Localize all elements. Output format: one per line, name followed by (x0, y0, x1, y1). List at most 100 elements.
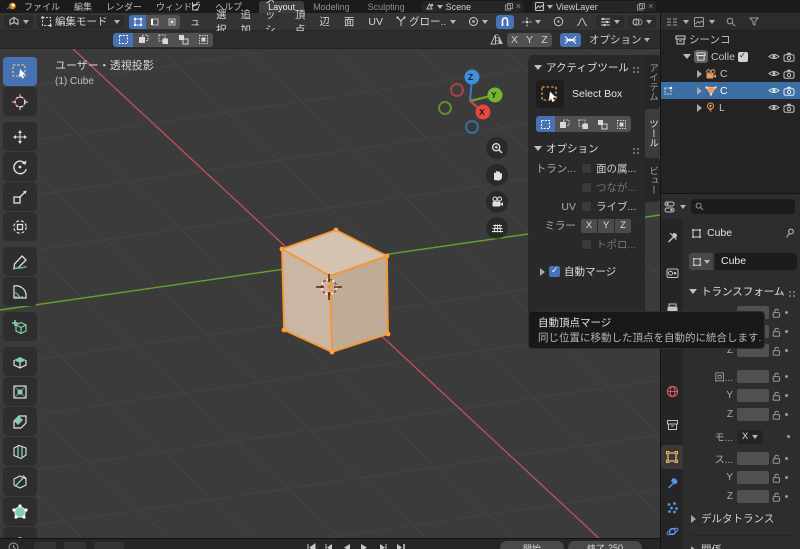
camera-restrict-icon[interactable] (783, 103, 795, 113)
close-icon[interactable]: × (648, 2, 653, 11)
relations-panel-header[interactable]: 関係 (691, 535, 795, 549)
tab-modifier-properties[interactable] (664, 475, 680, 491)
collection-checkbox[interactable] (737, 50, 748, 62)
animate-dot[interactable] (785, 394, 788, 397)
panel-grip[interactable] (633, 66, 635, 69)
menu-file[interactable]: ファイル (17, 0, 67, 13)
rotation-mode-dropdown[interactable]: X (737, 429, 764, 444)
chevron-right-icon[interactable] (540, 267, 545, 276)
tab-item[interactable]: アイテム (645, 55, 660, 109)
tab-object-properties[interactable] (661, 445, 683, 469)
view-layer-selector[interactable]: ViewLayer × (531, 1, 657, 12)
tab-scene-properties[interactable] (664, 417, 680, 433)
previous-keyframe-button[interactable] (324, 543, 334, 549)
transform-orientation-dropdown[interactable]: グロー... (392, 15, 460, 29)
filter-icon[interactable] (749, 17, 759, 26)
lock-icon[interactable] (772, 346, 781, 356)
properties-search-field[interactable] (691, 199, 795, 214)
live-unwrap-checkbox[interactable] (581, 201, 592, 212)
next-keyframe-button[interactable] (378, 543, 388, 549)
disclosure-open-icon[interactable] (683, 54, 691, 59)
animate-dot[interactable] (785, 349, 788, 352)
animate-dot[interactable] (785, 495, 788, 498)
value-slider[interactable] (737, 452, 769, 465)
panel-grip[interactable] (789, 290, 791, 293)
object-id-dropdown[interactable] (689, 253, 713, 270)
transform-panel-header[interactable]: トランスフォーム (683, 279, 800, 302)
tool-inset-faces[interactable] (3, 377, 37, 406)
animate-dot[interactable] (785, 476, 788, 479)
properties-editor-dropdown[interactable] (664, 201, 678, 213)
tab-particles-properties[interactable] (664, 499, 680, 515)
zoom-view-button[interactable] (486, 137, 508, 159)
select-mode-intersect[interactable] (193, 32, 213, 47)
collection-row[interactable]: Colle (661, 48, 800, 65)
animate-dot[interactable] (785, 457, 788, 460)
mirror-x-toggle[interactable]: X (581, 218, 597, 233)
pivot-point-dropdown[interactable] (464, 15, 492, 29)
mode-dropdown[interactable]: 編集モード (37, 14, 124, 29)
tab-render-properties[interactable] (664, 265, 680, 281)
tab-physics-properties[interactable] (664, 523, 680, 539)
panel-grip[interactable] (633, 147, 635, 150)
animate-dot[interactable] (785, 375, 788, 378)
jump-to-start-button[interactable] (306, 543, 316, 549)
search-icon[interactable] (726, 17, 736, 27)
editor-type-dropdown[interactable] (4, 14, 33, 29)
value-slider[interactable] (737, 471, 769, 484)
lock-icon[interactable] (772, 372, 781, 382)
blender-logo-icon[interactable] (6, 1, 17, 12)
playback-menu[interactable] (34, 542, 56, 549)
view-menu[interactable] (64, 542, 86, 549)
tool-bevel[interactable] (3, 407, 37, 436)
connected-checkbox[interactable] (581, 182, 592, 193)
proportional-falloff-dropdown[interactable] (572, 15, 592, 29)
tool-rotate[interactable] (3, 152, 37, 181)
pan-view-button[interactable] (486, 164, 508, 186)
topology-mirror-checkbox[interactable] (581, 239, 592, 250)
menu-uv[interactable]: UV (361, 16, 390, 28)
mirror-y-toggle[interactable]: Y (598, 218, 614, 233)
close-icon[interactable]: × (516, 2, 521, 11)
select-mode-subtract[interactable] (574, 116, 593, 132)
face-select-button[interactable] (163, 14, 180, 29)
mirror-y-toggle[interactable]: Y (522, 32, 537, 47)
snap-toggle[interactable] (496, 14, 514, 29)
options-panel-header[interactable]: オプション (528, 136, 645, 159)
cube-object-row[interactable]: C (661, 82, 800, 99)
animate-dot[interactable] (785, 330, 788, 333)
gizmo-z-label[interactable]: Z (468, 72, 473, 82)
navigation-gizmo[interactable]: Z Y X (432, 63, 508, 139)
value-slider[interactable] (737, 370, 769, 383)
select-mode-extend[interactable] (555, 116, 574, 132)
tool-cursor[interactable] (3, 87, 37, 116)
select-mode-extend[interactable] (133, 32, 153, 47)
select-mode-new[interactable] (536, 116, 555, 132)
select-mode-intersect[interactable] (612, 116, 631, 132)
lock-icon[interactable] (772, 391, 781, 401)
frame-end-field[interactable]: 終了 250 (568, 541, 642, 549)
light-object-row[interactable]: L (661, 99, 800, 116)
tool-select-box[interactable] (3, 57, 37, 86)
overlays-dropdown[interactable] (628, 14, 656, 29)
scene-collection-row[interactable]: シーンコ (661, 31, 800, 48)
tool-move[interactable] (3, 122, 37, 151)
display-mode-dropdown[interactable] (694, 16, 704, 27)
breadcrumb-object-name[interactable]: Cube (707, 227, 732, 239)
copy-icon[interactable] (504, 2, 513, 11)
animate-dot[interactable] (785, 311, 788, 314)
lock-icon[interactable] (772, 492, 781, 502)
scene-selector[interactable]: Scene × (421, 1, 524, 12)
play-reverse-button[interactable] (342, 543, 351, 549)
value-slider[interactable] (737, 389, 769, 402)
mirror-z-toggle[interactable]: Z (615, 218, 631, 233)
tool-measure[interactable] (3, 277, 37, 306)
select-box-tool-icon[interactable] (536, 80, 564, 108)
mirror-z-toggle[interactable]: Z (537, 32, 552, 47)
tool-annotate[interactable] (3, 247, 37, 276)
menu-face[interactable]: 面 (337, 14, 362, 29)
lock-icon[interactable] (772, 327, 781, 337)
tab-tool[interactable]: ツール (645, 111, 660, 156)
auto-merge-toggle[interactable] (560, 32, 581, 47)
camera-view-button[interactable] (486, 191, 508, 213)
